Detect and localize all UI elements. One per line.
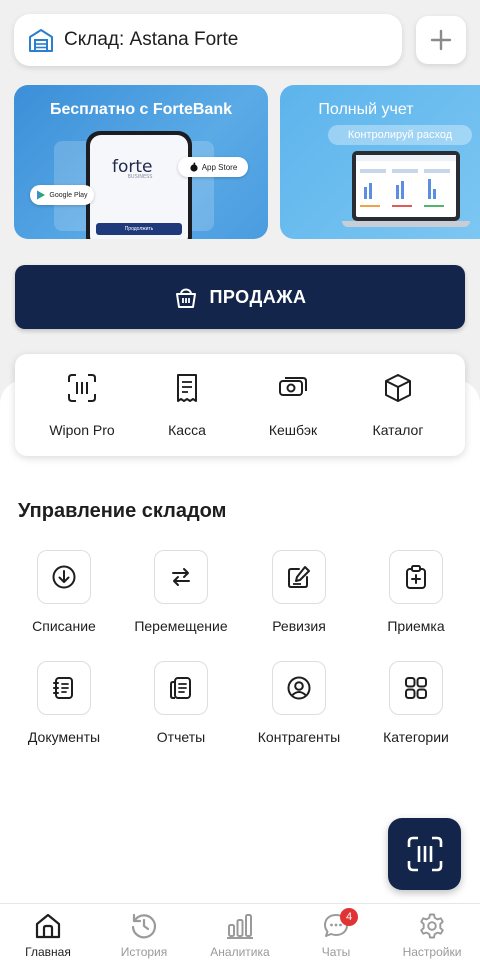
quick-action-label: Кешбэк [268, 422, 318, 438]
basket-icon [176, 288, 197, 308]
notebook-icon [53, 677, 73, 699]
scan-fab-button[interactable] [388, 818, 461, 890]
tab-history[interactable]: История [96, 912, 192, 959]
phone-image: forte BUSINESS Продолжить [86, 131, 192, 239]
banner-subtitle: Контролируй расход [328, 125, 472, 145]
home-icon [35, 913, 61, 939]
quick-action-cashback[interactable]: Кешбэк [243, 372, 343, 440]
tile-transfer[interactable]: Перемещение [121, 550, 241, 634]
receipt-icon [177, 374, 197, 402]
tile-label: Перемещение [134, 618, 228, 634]
tile-label: Ревизия [272, 618, 326, 634]
apple-icon [190, 162, 198, 172]
tab-home[interactable]: Главная [0, 912, 96, 959]
banner-fortebank[interactable]: Бесплатно с ForteBank forte BUSINESS Прод… [14, 85, 268, 239]
phone-continue-button: Продолжить [96, 223, 182, 235]
tile-documents[interactable]: Документы [4, 661, 124, 745]
tile-label: Приемка [387, 618, 445, 634]
google-play-badge: Google Play [30, 185, 94, 205]
scanner-icon [68, 374, 96, 402]
laptop-image [352, 151, 460, 221]
app-store-badge: App Store [178, 157, 248, 177]
clipboard-plus-icon [406, 565, 426, 589]
tile-label: Категории [383, 729, 449, 745]
tile-label: Контрагенты [257, 729, 341, 745]
grid-icon [405, 677, 427, 699]
settings-icon [420, 913, 444, 939]
user-circle-icon [287, 676, 311, 700]
tab-label: Главная [25, 945, 71, 959]
tile-reports[interactable]: Отчеты [121, 661, 241, 745]
quick-action-label: Wipon Pro [49, 422, 115, 438]
tab-label: Настройки [402, 945, 462, 959]
sale-label: ПРОДАЖА [209, 286, 307, 307]
quick-action-label: Каталог [372, 422, 424, 438]
banner-title: Бесплатно с ForteBank [50, 101, 232, 118]
tab-label: История [120, 945, 168, 959]
quick-action-label: Касса [168, 422, 206, 438]
warehouse-icon [29, 29, 53, 52]
tab-analytics[interactable]: Аналитика [192, 912, 288, 959]
report-icon [170, 677, 191, 699]
laptop-base [342, 221, 470, 227]
sale-button[interactable]: ПРОДАЖА [15, 265, 465, 329]
history-icon [131, 913, 157, 939]
tile-label: Документы [27, 729, 101, 745]
google-play-icon [37, 190, 46, 200]
tab-label: Чаты [321, 945, 351, 959]
warehouse-selector[interactable]: Склад: Astana Forte [14, 14, 402, 66]
tile-label: Отчеты [156, 729, 206, 745]
tile-writeoff[interactable]: Списание [4, 550, 124, 634]
analytics-icon [227, 914, 253, 939]
banner-title: Полный учет [318, 101, 414, 118]
cashback-icon [279, 377, 307, 396]
quick-action-kassa[interactable]: Касса [137, 372, 237, 440]
warehouse-label: Склад: Astana Forte [64, 29, 239, 50]
plus-icon [430, 29, 452, 51]
quick-action-catalog[interactable]: Каталог [348, 372, 448, 440]
banner-full-accounting[interactable]: Полный учет Контролируй расход [280, 85, 480, 239]
tab-chats[interactable]: 4 Чаты [288, 908, 384, 959]
forte-logo: forte BUSINESS [112, 157, 153, 180]
tile-label: Списание [32, 618, 96, 634]
tile-contractors[interactable]: Контрагенты [239, 661, 359, 745]
bottom-tab-bar: Главная История Аналитика 4 Чаты Настрой… [0, 903, 480, 970]
edit-document-icon [288, 566, 310, 588]
tab-label: Аналитика [210, 945, 270, 959]
tile-revision[interactable]: Ревизия [239, 550, 359, 634]
tile-receiving[interactable]: Приемка [356, 550, 476, 634]
download-circle-icon [52, 565, 76, 589]
transfer-arrows-icon [172, 568, 190, 586]
tile-categories[interactable]: Категории [356, 661, 476, 745]
section-title: Управление складом [18, 500, 227, 522]
quick-actions-card: Wipon Pro Касса Кешбэк Каталог [15, 354, 465, 456]
box-icon [385, 374, 411, 402]
add-button[interactable] [416, 16, 466, 64]
chat-unread-badge: 4 [340, 908, 358, 926]
tab-settings[interactable]: Настройки [384, 912, 480, 959]
scanner-icon [407, 836, 442, 872]
quick-action-wipon-pro[interactable]: Wipon Pro [32, 372, 132, 440]
